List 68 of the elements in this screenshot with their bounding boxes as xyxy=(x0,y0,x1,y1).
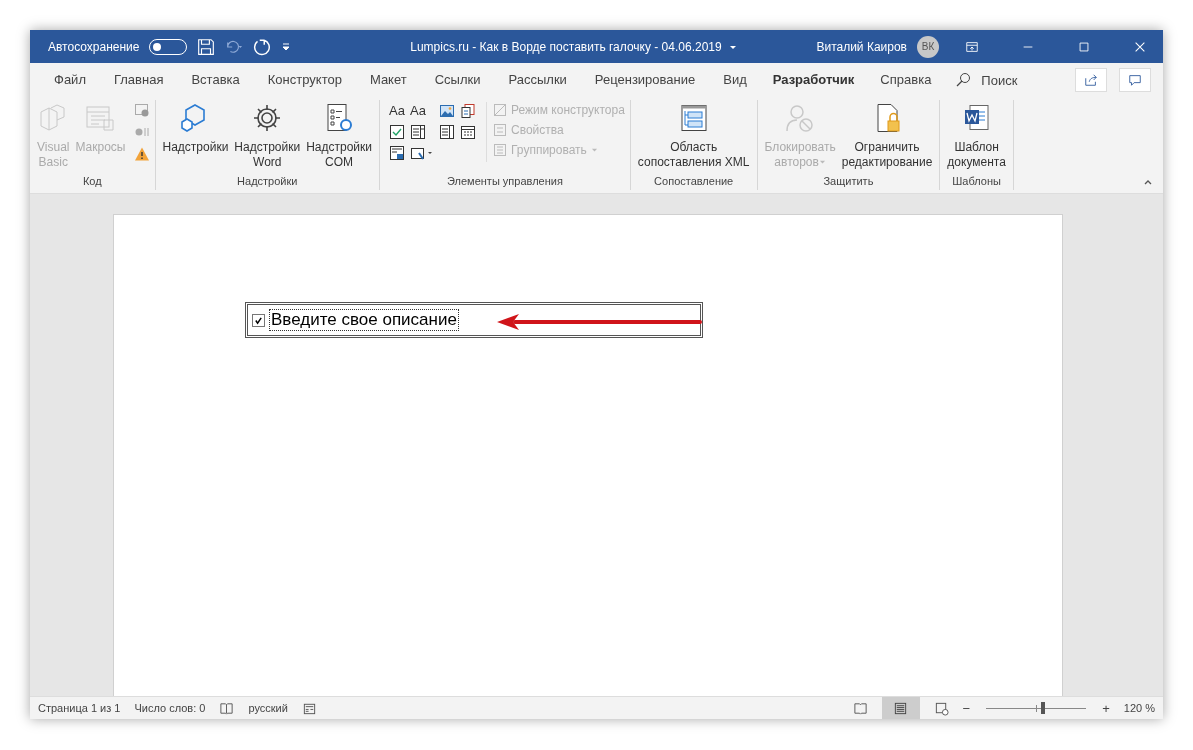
ribbon-button[interactable]: Надстройки xyxy=(160,100,231,157)
ribbon-group-label: Шаблоны xyxy=(952,175,1001,189)
calendar-icon[interactable] xyxy=(460,124,477,140)
ribbon-tab[interactable]: Конструктор xyxy=(253,63,356,97)
ribbon-tab[interactable]: Вставка xyxy=(177,63,254,97)
ribbon-tab[interactable]: Разработчик xyxy=(760,63,867,97)
zoom-in-button[interactable]: + xyxy=(1102,700,1110,716)
ribbon-button[interactable]: Шаблон документа xyxy=(945,100,1008,172)
comments-button[interactable] xyxy=(1119,68,1151,92)
ribbon-tab[interactable]: Главная xyxy=(99,63,178,97)
share-icon xyxy=(1084,73,1098,87)
record-macro-icon[interactable] xyxy=(133,102,150,118)
group-icon xyxy=(493,143,508,157)
document-title: Lumpics.ru - Как в Ворде поставить галочку - 04.06.2019 xyxy=(410,39,722,54)
form-icon[interactable] xyxy=(389,145,406,161)
word-count[interactable]: Число слов: 0 xyxy=(134,702,206,714)
save-icon[interactable] xyxy=(197,37,216,56)
zoom-slider[interactable] xyxy=(984,702,1089,714)
customize-caret-icon[interactable] xyxy=(281,41,292,52)
ruler-triangle-icon xyxy=(493,103,508,117)
redo-icon[interactable] xyxy=(253,37,272,56)
ribbon-tab[interactable]: Рассылки xyxy=(494,63,581,97)
ribbon-tab[interactable]: Рецензирование xyxy=(580,63,710,97)
ribbon-button[interactable]: Ограничить редактирование xyxy=(839,100,935,172)
user-avatar[interactable]: ВК xyxy=(917,35,939,58)
legacy-tools-icon[interactable] xyxy=(410,145,435,161)
ribbon-group-label: Надстройки xyxy=(237,175,298,189)
ribbon-tab[interactable]: Справка xyxy=(866,63,946,97)
proofing-icon[interactable] xyxy=(219,700,235,716)
zoom-level[interactable]: 120 % xyxy=(1123,702,1155,714)
checkbox-description[interactable]: Введите свое описание xyxy=(269,309,459,331)
picture-icon[interactable] xyxy=(439,103,456,119)
ribbon-tab[interactable]: Макет xyxy=(355,63,421,97)
ribbon-button[interactable]: Надстройки COM xyxy=(304,100,375,172)
checkbox[interactable] xyxy=(252,313,265,327)
zoom-slider-thumb[interactable] xyxy=(1041,702,1046,714)
building-block-icon[interactable] xyxy=(460,103,477,119)
ribbon-tab[interactable]: Файл xyxy=(40,63,100,97)
page-count[interactable]: Страница 1 из 1 xyxy=(38,702,121,714)
user-name: Виталий Каиров xyxy=(816,39,907,54)
ribbon-group-label: Код xyxy=(82,175,102,189)
text-control-button[interactable]: Aa xyxy=(389,103,405,119)
search-field[interactable]: Поиск xyxy=(981,72,1018,88)
print-layout-icon xyxy=(893,700,909,716)
ribbon-tab[interactable]: Вид xyxy=(709,63,761,97)
share-button[interactable] xyxy=(1075,68,1107,92)
content-control[interactable]: Введите свое описание xyxy=(245,302,703,338)
caret-icon xyxy=(590,146,598,154)
ribbon-tab[interactable]: Ссылки xyxy=(420,63,495,97)
web-layout-icon[interactable] xyxy=(933,700,949,716)
checkbox-control-icon[interactable] xyxy=(389,124,406,140)
language[interactable]: русский xyxy=(248,702,288,714)
warning-icon[interactable] xyxy=(133,146,150,162)
autosave-label: Автосохранение xyxy=(48,39,140,54)
combo-box-icon[interactable] xyxy=(410,124,427,140)
dropdown-list-icon[interactable] xyxy=(439,124,456,140)
search-icon[interactable] xyxy=(955,72,972,88)
comment-icon xyxy=(1128,73,1142,87)
ribbon-button[interactable]: Надстройки Word xyxy=(232,100,303,172)
properties-icon xyxy=(493,123,508,137)
ribbon-group-label: Сопоставление xyxy=(654,175,734,189)
zoom-out-button[interactable]: − xyxy=(962,700,971,716)
ribbon-group-label: Защитить xyxy=(823,175,874,189)
text-control-button[interactable]: Aa xyxy=(410,103,426,119)
read-mode-icon[interactable] xyxy=(852,700,868,716)
print-layout-button[interactable] xyxy=(881,697,920,719)
ribbon-button[interactable]: Область сопоставления XML xyxy=(635,100,752,172)
ribbon-group-label: Элементы управления xyxy=(447,175,563,189)
